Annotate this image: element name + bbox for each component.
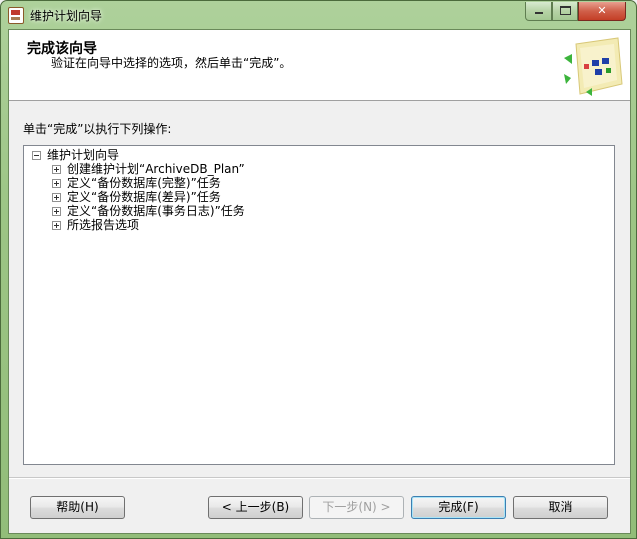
instruction-text: 单击“完成”以执行下列操作: (23, 122, 172, 136)
app-icon (8, 7, 24, 24)
wizard-illustration-icon (562, 34, 626, 98)
back-button[interactable]: < 上一步(B) (208, 496, 303, 519)
tree-item-label: 所选报告选项 (67, 218, 140, 232)
maximize-button[interactable] (552, 2, 578, 21)
tree-item-label: 定义“备份数据库(事务日志)”任务 (67, 204, 245, 218)
wizard-header: 完成该向导 验证在向导中选择的选项，然后单击“完成”。 (9, 30, 630, 101)
maximize-icon (559, 6, 571, 15)
actions-tree[interactable]: 维护计划向导 创建维护计划“ArchiveDB_Plan” 定义“备份数据库(完… (23, 145, 615, 465)
expand-icon[interactable] (52, 193, 61, 202)
expand-icon[interactable] (52, 207, 61, 216)
wizard-client-area: 完成该向导 验证在向导中选择的选项，然后单击“完成”。 单击“完成”以执行下列操… (8, 29, 631, 534)
tree-item-label: 创建维护计划“ArchiveDB_Plan” (67, 162, 245, 176)
tree-root-label: 维护计划向导 (47, 148, 120, 162)
tree-item-label: 定义“备份数据库(差异)”任务 (67, 190, 221, 204)
finish-button[interactable]: 完成(F) (411, 496, 506, 519)
window-frame: 维护计划向导 ✕ 完成该向导 验证在向导中选择的选项，然后单击“完成”。 单击“… (0, 0, 637, 539)
expand-icon[interactable] (52, 221, 61, 230)
window-title: 维护计划向导 (30, 9, 103, 23)
help-button[interactable]: 帮助(H) (30, 496, 125, 519)
page-subtitle: 验证在向导中选择的选项，然后单击“完成”。 (51, 56, 292, 70)
minimize-icon (534, 12, 543, 14)
cancel-button[interactable]: 取消 (513, 496, 608, 519)
minimize-button[interactable] (525, 2, 552, 21)
footer-divider (9, 477, 630, 479)
expand-icon[interactable] (52, 179, 61, 188)
close-icon: ✕ (597, 4, 607, 17)
title-bar[interactable]: 维护计划向导 ✕ (2, 2, 635, 28)
close-button[interactable]: ✕ (578, 2, 626, 21)
next-button[interactable]: 下一步(N) > (309, 496, 404, 519)
tree-item-label: 定义“备份数据库(完整)”任务 (67, 176, 221, 190)
collapse-icon[interactable] (32, 151, 41, 160)
expand-icon[interactable] (52, 165, 61, 174)
